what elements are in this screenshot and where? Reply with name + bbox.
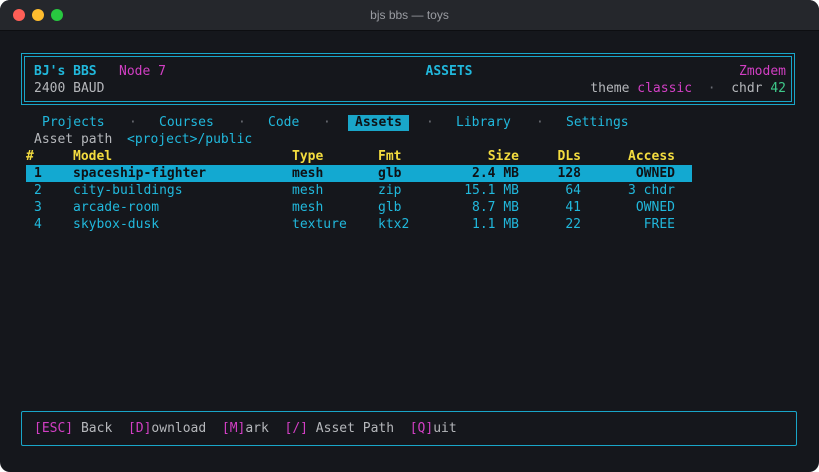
model-format: zip [378,183,402,198]
column-header-dls: DLs [557,149,581,164]
baud-rate: 2400 BAUD [34,81,105,96]
download-count: 64 [565,183,581,198]
row-number: 1 [34,166,42,181]
chdr-label: chdr [731,81,763,96]
model-format: ktx2 [378,217,410,232]
hint-mark-label: ark [245,421,269,436]
row-number: 3 [34,200,42,215]
hint-download-label: ownload [151,421,207,436]
theme-chdr-status: theme classic · chdr 42 [590,80,786,97]
model-size: 2.4 MB [472,166,519,181]
asset-path-label: Asset path [34,132,113,147]
key-m: [M] [221,421,246,436]
asset-path-value[interactable]: <project>/public [127,131,252,148]
model-type: texture [292,217,347,232]
window-title: bjs bbs — toys [370,8,449,22]
model-name: arcade-room [73,200,160,215]
tab-separator: · [426,115,434,130]
model-name: skybox-dusk [73,217,160,232]
access-status: OWNED [635,166,675,181]
hint-back-label: Back [73,421,113,436]
hint-download[interactable]: [D]ownload [128,421,206,436]
tab-projects[interactable]: Projects [42,114,105,131]
hint-quit[interactable]: [Q]uit [410,421,457,436]
column-header-size: Size [487,149,519,164]
model-size: 8.7 MB [472,200,519,215]
hint-asset-path[interactable]: [/] Asset Path [285,421,395,436]
model-type: mesh [292,200,324,215]
theme-label: theme [590,81,630,96]
key-hints: [ESC] Back [D]ownload [M]ark [/] Asset P… [34,420,457,437]
model-format: glb [378,200,402,215]
column-header-type: Type [292,149,324,164]
status-separator: · [707,81,716,96]
theme-value: classic [637,81,693,96]
model-type: mesh [292,166,324,181]
model-name: city-buildings [73,183,183,198]
key-slash: [/] [284,421,308,436]
tab-library[interactable]: Library [456,114,511,131]
download-count: 128 [557,166,581,181]
hint-mark[interactable]: [M]ark [222,421,269,436]
row-number: 2 [34,183,42,198]
tab-separator: · [238,115,246,130]
column-header-model: Model [73,149,113,164]
tab-separator: · [129,115,137,130]
access-status: 3 chdr [628,183,675,198]
column-header-number: # [26,149,34,164]
model-format: glb [378,166,402,181]
hint-back[interactable]: [ESC] Back [34,421,112,436]
tab-settings[interactable]: Settings [566,114,629,131]
model-name: spaceship-fighter [73,166,207,181]
access-status: FREE [643,217,675,232]
access-status: OWNED [635,200,675,215]
column-header-fmt: Fmt [378,149,402,164]
download-count: 41 [565,200,581,215]
tab-assets[interactable]: Assets [348,115,409,131]
download-count: 22 [565,217,581,232]
row-number: 4 [34,217,42,232]
title-bar: bjs bbs — toys [0,0,819,31]
model-size: 15.1 MB [464,183,519,198]
key-d: [D] [127,421,152,436]
column-header-access: Access [628,149,675,164]
tab-courses[interactable]: Courses [159,114,214,131]
key-esc: [ESC] [34,421,74,436]
tab-code[interactable]: Code [268,114,299,131]
hint-quit-label: uit [433,421,457,436]
hint-asset-path-label: Asset Path [307,421,395,436]
tab-separator: · [323,115,331,130]
model-size: 1.1 MB [472,217,519,232]
protocol-label: Zmodem [739,64,786,79]
model-type: mesh [292,183,324,198]
key-q: [Q] [409,421,434,436]
chdr-balance: 42 [770,81,786,96]
tab-separator: · [536,115,544,130]
section-title: ASSETS [425,64,473,79]
terminal-window: bjs bbs — toys BJ's BBS Node 7 ASSETS Zm… [0,0,819,472]
